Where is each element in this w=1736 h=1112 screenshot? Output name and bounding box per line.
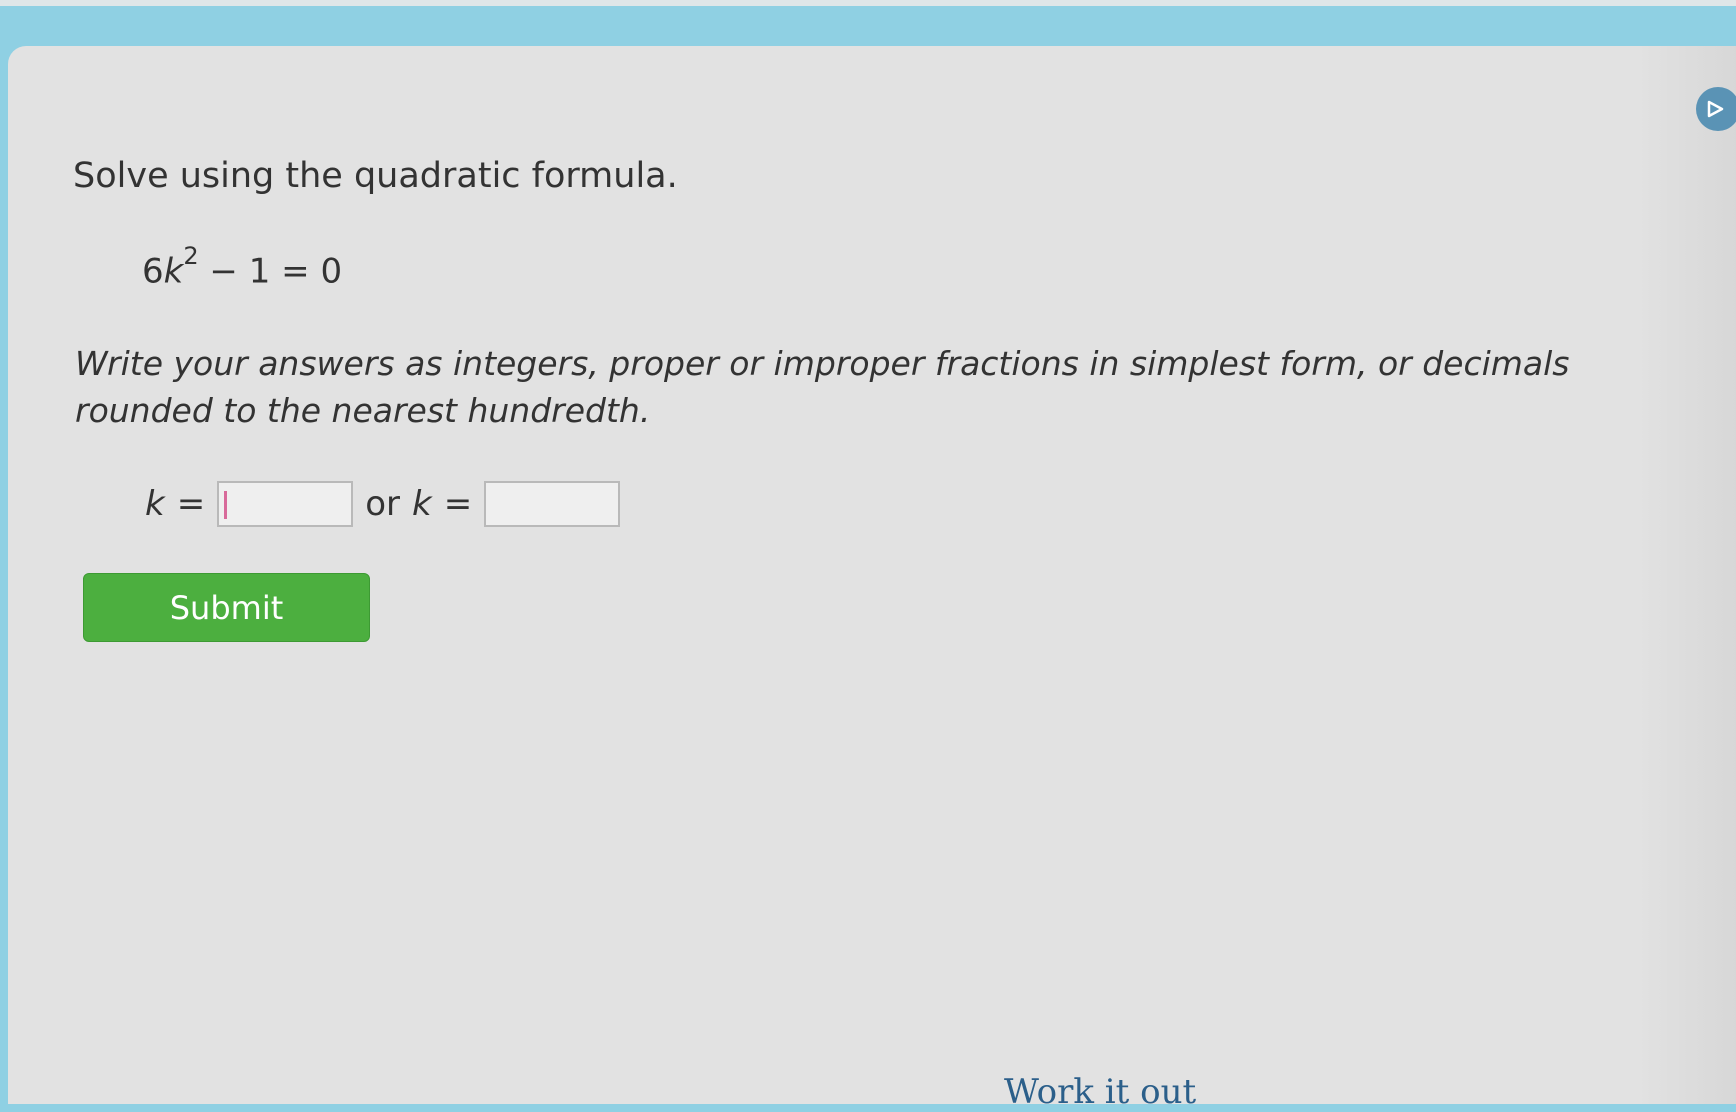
answer-connector: or bbox=[365, 484, 400, 524]
answer-equals-1: = bbox=[176, 484, 206, 524]
answer-input-1[interactable] bbox=[217, 481, 354, 527]
answer-input-2[interactable] bbox=[484, 481, 621, 527]
play-icon bbox=[1707, 100, 1724, 118]
equation-rest: − 1 = 0 bbox=[198, 251, 343, 292]
answer-variable-1: k bbox=[145, 484, 165, 524]
top-strip bbox=[0, 0, 1736, 6]
work-it-out-link[interactable]: Work it out bbox=[1004, 1072, 1196, 1112]
equation-variable: k bbox=[163, 251, 184, 292]
question-prompt: Solve using the quadratic formula. bbox=[73, 156, 678, 196]
answer-equals-2: = bbox=[443, 484, 473, 524]
answer-variable-2: k bbox=[411, 484, 432, 524]
card-shade bbox=[1636, 46, 1736, 1104]
submit-button[interactable]: Submit bbox=[83, 573, 370, 642]
text-caret bbox=[224, 491, 228, 519]
answer-row: k = or k = bbox=[145, 478, 621, 530]
quadratic-equation: 6k2 − 1 = 0 bbox=[142, 242, 343, 292]
equation-coefficient: 6 bbox=[142, 251, 164, 292]
equation-exponent: 2 bbox=[183, 242, 199, 270]
answer-instructions: Write your answers as integers, proper o… bbox=[75, 344, 1570, 430]
next-button[interactable] bbox=[1696, 87, 1736, 131]
